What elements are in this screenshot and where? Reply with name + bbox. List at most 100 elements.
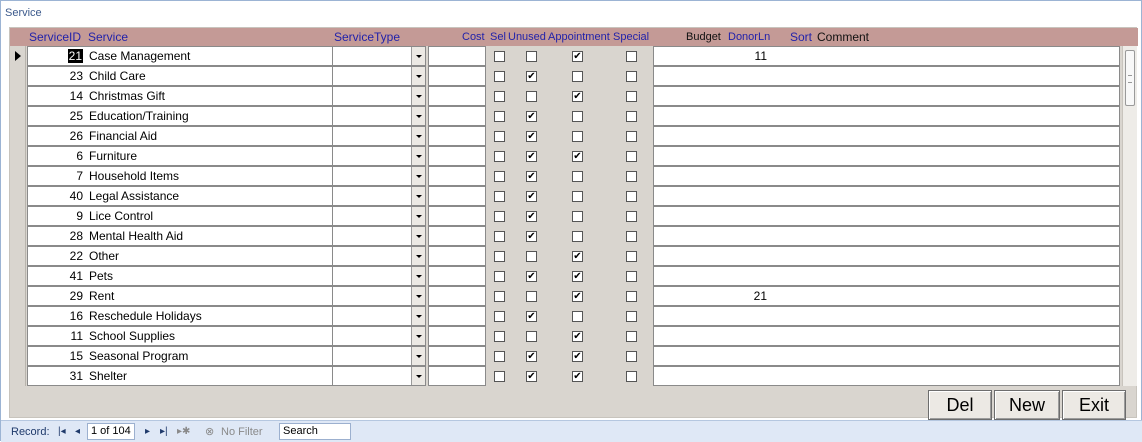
table-row[interactable]: 16 Reschedule Holidays ✔	[10, 306, 1122, 326]
special-checkbox[interactable]	[626, 111, 637, 122]
table-row[interactable]: 26 Financial Aid ✔	[10, 126, 1122, 146]
special-checkbox[interactable]	[626, 71, 637, 82]
service-id-cell[interactable]: 41	[27, 266, 87, 286]
donor-ln-cell[interactable]	[726, 366, 771, 386]
previous-record-icon[interactable]: ◂	[75, 424, 80, 440]
sel-checkbox[interactable]	[494, 171, 505, 182]
service-name-cell[interactable]: Financial Aid	[86, 126, 334, 146]
service-id-cell[interactable]: 25	[27, 106, 87, 126]
comment-cell[interactable]	[814, 46, 1120, 66]
table-row[interactable]: 7 Household Items ✔	[10, 166, 1122, 186]
comment-cell[interactable]	[814, 286, 1120, 306]
appointment-checkbox[interactable]: ✔	[572, 251, 583, 262]
sel-checkbox[interactable]	[494, 271, 505, 282]
special-checkbox[interactable]	[626, 271, 637, 282]
sel-checkbox[interactable]	[494, 311, 505, 322]
donor-ln-cell[interactable]	[726, 206, 771, 226]
record-selector[interactable]	[10, 66, 26, 86]
special-checkbox[interactable]	[626, 331, 637, 342]
record-selector[interactable]	[10, 106, 26, 126]
table-row[interactable]: 11 School Supplies ✔	[10, 326, 1122, 346]
special-checkbox[interactable]	[626, 291, 637, 302]
service-type-combo[interactable]	[332, 66, 426, 86]
table-row[interactable]: 29 Rent ✔ 21	[10, 286, 1122, 306]
chevron-down-icon[interactable]	[411, 347, 425, 365]
cost-cell[interactable]	[428, 66, 486, 86]
service-id-cell[interactable]: 29	[27, 286, 87, 306]
service-id-cell[interactable]: 28	[27, 226, 87, 246]
record-selector[interactable]	[10, 166, 26, 186]
sort-cell[interactable]	[770, 246, 815, 266]
donor-ln-cell[interactable]	[726, 346, 771, 366]
budget-cell[interactable]	[653, 126, 727, 146]
donor-ln-cell[interactable]	[726, 66, 771, 86]
unused-checkbox[interactable]: ✔	[526, 311, 537, 322]
unused-checkbox[interactable]: ✔	[526, 271, 537, 282]
record-number-input[interactable]: 1 of 104	[87, 423, 135, 440]
budget-cell[interactable]	[653, 86, 727, 106]
service-id-cell[interactable]: 15	[27, 346, 87, 366]
chevron-down-icon[interactable]	[411, 287, 425, 305]
appointment-checkbox[interactable]: ✔	[572, 351, 583, 362]
cost-cell[interactable]	[428, 306, 486, 326]
table-row[interactable]: 41 Pets ✔ ✔	[10, 266, 1122, 286]
chevron-down-icon[interactable]	[411, 127, 425, 145]
cost-cell[interactable]	[428, 46, 486, 66]
cost-cell[interactable]	[428, 86, 486, 106]
sel-checkbox[interactable]	[494, 331, 505, 342]
record-selector[interactable]	[10, 246, 26, 266]
service-name-cell[interactable]: Shelter	[86, 366, 334, 386]
new-record-icon[interactable]: ▸✱	[177, 424, 190, 440]
chevron-down-icon[interactable]	[411, 227, 425, 245]
sort-cell[interactable]	[770, 346, 815, 366]
budget-cell[interactable]	[653, 266, 727, 286]
budget-cell[interactable]	[653, 226, 727, 246]
special-checkbox[interactable]	[626, 311, 637, 322]
service-id-cell[interactable]: 9	[27, 206, 87, 226]
scrollbar-thumb[interactable]	[1125, 50, 1135, 106]
cost-cell[interactable]	[428, 246, 486, 266]
chevron-down-icon[interactable]	[411, 247, 425, 265]
service-id-cell[interactable]: 16	[27, 306, 87, 326]
chevron-down-icon[interactable]	[411, 307, 425, 325]
cost-cell[interactable]	[428, 226, 486, 246]
donor-ln-cell[interactable]	[726, 86, 771, 106]
record-selector[interactable]	[10, 46, 26, 66]
service-type-combo[interactable]	[332, 266, 426, 286]
service-name-cell[interactable]: Other	[86, 246, 334, 266]
comment-cell[interactable]	[814, 266, 1120, 286]
service-name-cell[interactable]: Furniture	[86, 146, 334, 166]
service-type-combo[interactable]	[332, 86, 426, 106]
special-checkbox[interactable]	[626, 371, 637, 382]
sort-cell[interactable]	[770, 266, 815, 286]
chevron-down-icon[interactable]	[411, 207, 425, 225]
cost-cell[interactable]	[428, 126, 486, 146]
special-checkbox[interactable]	[626, 191, 637, 202]
service-type-combo[interactable]	[332, 226, 426, 246]
chevron-down-icon[interactable]	[411, 187, 425, 205]
comment-cell[interactable]	[814, 146, 1120, 166]
record-selector[interactable]	[10, 286, 26, 306]
donor-ln-cell[interactable]	[726, 246, 771, 266]
sort-cell[interactable]	[770, 366, 815, 386]
service-type-combo[interactable]	[332, 326, 426, 346]
special-checkbox[interactable]	[626, 151, 637, 162]
unused-checkbox[interactable]: ✔	[526, 211, 537, 222]
service-type-combo[interactable]	[332, 306, 426, 326]
service-name-cell[interactable]: Case Management	[86, 46, 334, 66]
service-name-cell[interactable]: Reschedule Holidays	[86, 306, 334, 326]
appointment-checkbox[interactable]	[572, 71, 583, 82]
comment-cell[interactable]	[814, 66, 1120, 86]
appointment-checkbox[interactable]: ✔	[572, 331, 583, 342]
appointment-checkbox[interactable]: ✔	[572, 91, 583, 102]
appointment-checkbox[interactable]	[572, 171, 583, 182]
special-checkbox[interactable]	[626, 131, 637, 142]
sel-checkbox[interactable]	[494, 51, 505, 62]
chevron-down-icon[interactable]	[411, 87, 425, 105]
donor-ln-cell[interactable]	[726, 146, 771, 166]
sort-cell[interactable]	[770, 66, 815, 86]
appointment-checkbox[interactable]: ✔	[572, 51, 583, 62]
service-id-cell[interactable]: 31	[27, 366, 87, 386]
donor-ln-cell[interactable]	[726, 186, 771, 206]
next-record-icon[interactable]: ▸	[145, 424, 150, 440]
